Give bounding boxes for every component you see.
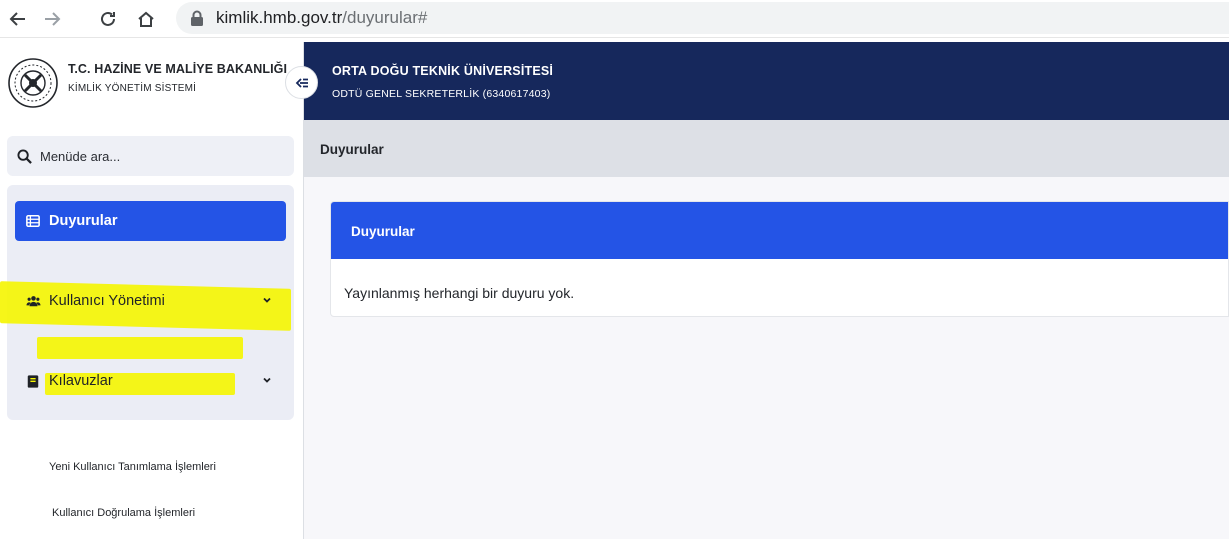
brand-subtitle: KİMLİK YÖNETİM SİSTEMİ bbox=[68, 83, 197, 94]
reload-icon[interactable] bbox=[94, 5, 122, 33]
sidebar-item-label: Kullanıcı Yönetimi bbox=[49, 293, 165, 309]
ministry-seal-logo bbox=[8, 58, 58, 108]
announcements-card: Duyurular Yayınlanmış herhangi bir duyur… bbox=[330, 201, 1229, 317]
menu-search-input[interactable] bbox=[40, 148, 270, 164]
chevron-down-icon bbox=[263, 297, 271, 303]
address-bar[interactable]: kimlik.hmb.gov.tr/duyurular# bbox=[176, 2, 1229, 34]
collapse-sidebar-icon bbox=[295, 77, 308, 88]
sidebar-item-label: Kılavuzlar bbox=[49, 373, 113, 389]
main-content: Duyurular Yayınlanmış herhangi bir duyur… bbox=[304, 177, 1229, 539]
book-icon bbox=[25, 373, 41, 389]
menu-panel: Duyurular Kullanıcı Yönetimi Kılavuzlar … bbox=[0, 185, 294, 519]
sidebar-item-duyurular[interactable]: Duyurular bbox=[15, 201, 286, 241]
top-header: ORTA DOĞU TEKNİK ÜNİVERSİTESİ ODTÜ GENEL… bbox=[304, 42, 1229, 120]
url-path: /duyurular# bbox=[342, 8, 428, 27]
browser-toolbar: kimlik.hmb.gov.tr/duyurular# bbox=[0, 0, 1229, 38]
app-root: kimlik.hmb.gov.tr/duyurular# T.C. HAZİNE… bbox=[0, 0, 1229, 539]
sidebar-item-label: Duyurular bbox=[49, 213, 118, 229]
home-icon[interactable] bbox=[132, 5, 160, 33]
sidebar-item-kullanici-yonetimi[interactable]: Kullanıcı Yönetimi bbox=[15, 281, 286, 321]
organization-unit: ODTÜ GENEL SEKRETERLİK (6340617403) bbox=[332, 88, 551, 100]
sidebar-subitem-yeni-kullanici[interactable]: Yeni Kullanıcı Tanımlama İşlemleri bbox=[49, 461, 336, 473]
brand: T.C. HAZİNE VE MALİYE BAKANLIĞI KİMLİK Y… bbox=[0, 42, 304, 120]
card-title: Duyurular bbox=[351, 224, 415, 239]
breadcrumb: Duyurular bbox=[304, 120, 1229, 177]
url-text: kimlik.hmb.gov.tr/duyurular# bbox=[216, 8, 427, 28]
sidebar-subitem-kullanici-dogrulama[interactable]: Kullanıcı Doğrulama İşlemleri bbox=[52, 507, 339, 519]
sidebar-item-kilavuzlar[interactable]: Kılavuzlar bbox=[15, 361, 286, 401]
forward-arrow-icon[interactable] bbox=[38, 5, 66, 33]
lock-icon bbox=[191, 10, 203, 26]
menu-search[interactable] bbox=[7, 136, 294, 176]
sidebar-toggle-button[interactable] bbox=[285, 66, 318, 99]
organization-name: ORTA DOĞU TEKNİK ÜNİVERSİTESİ bbox=[332, 64, 554, 78]
back-arrow-icon[interactable] bbox=[4, 5, 32, 33]
brand-title: T.C. HAZİNE VE MALİYE BAKANLIĞI bbox=[68, 62, 288, 76]
highlight-mark bbox=[37, 337, 243, 359]
page-title: Duyurular bbox=[320, 142, 384, 157]
empty-state-message: Yayınlanmış herhangi bir duyuru yok. bbox=[344, 285, 575, 301]
sidebar: T.C. HAZİNE VE MALİYE BAKANLIĞI KİMLİK Y… bbox=[0, 42, 304, 539]
chevron-down-icon bbox=[263, 377, 271, 383]
url-domain: kimlik.hmb.gov.tr bbox=[216, 8, 343, 27]
card-header: Duyurular bbox=[331, 202, 1228, 259]
search-icon bbox=[17, 148, 32, 164]
table-icon bbox=[25, 213, 41, 229]
users-icon bbox=[25, 293, 41, 309]
